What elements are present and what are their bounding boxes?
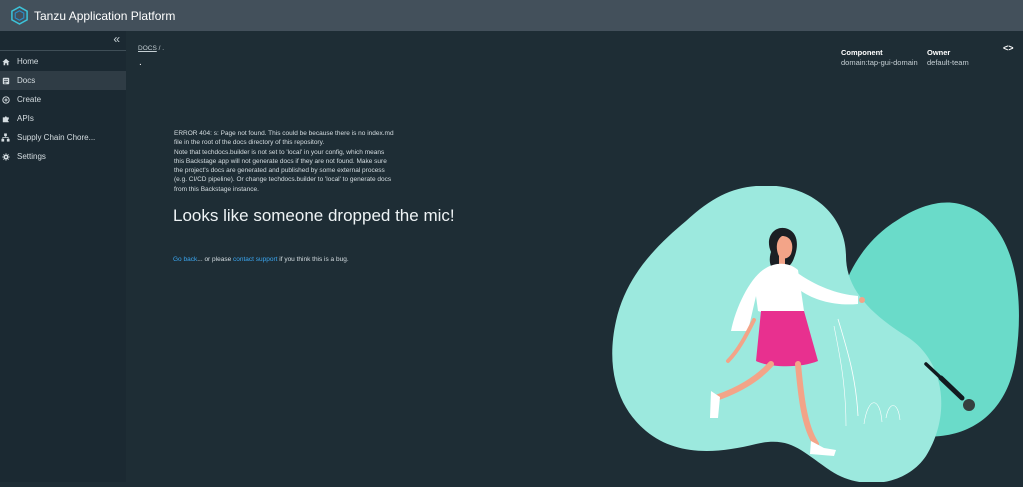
gear-icon: [1, 152, 10, 161]
tanzu-logo-icon[interactable]: [10, 6, 29, 25]
sidebar-item-docs[interactable]: Docs: [0, 71, 126, 90]
page-title: .: [139, 57, 142, 68]
sidebar-nav: Home Docs Create APIs Supply Chain Chore…: [0, 52, 126, 166]
go-back-link[interactable]: Go back: [173, 256, 197, 263]
breadcrumb-separator: /: [158, 45, 161, 52]
app-title[interactable]: Tanzu Application Platform: [34, 9, 175, 23]
error-line: ERROR 404: s: Page not found. This could…: [174, 130, 394, 137]
sidebar: « Home Docs Create APIs Supply Chain Cho…: [0, 31, 126, 482]
sidebar-collapse-button[interactable]: «: [113, 32, 120, 46]
code-toggle-icon[interactable]: <>: [1003, 43, 1014, 53]
component-label: Component: [841, 48, 883, 57]
home-icon: [1, 57, 10, 66]
error-line: the project's docs are generated and pub…: [174, 167, 385, 175]
sidebar-item-label: Create: [17, 95, 42, 104]
error-headline: Looks like someone dropped the mic!: [173, 206, 455, 225]
sidebar-item-supply-chain[interactable]: Supply Chain Chore...: [0, 128, 126, 147]
docs-icon: [1, 76, 10, 85]
error-line: file in the root of the docs directory o…: [174, 139, 325, 147]
component-meta: Component domain:tap-gui-domain: [841, 48, 918, 67]
sidebar-item-label: Docs: [17, 76, 36, 85]
owner-meta: Owner default-team: [927, 48, 969, 67]
create-icon: [1, 95, 10, 104]
help-tail-text: if you think this is a bug.: [277, 256, 349, 263]
breadcrumb: DOCS / .: [138, 45, 164, 52]
sidebar-item-label: Supply Chain Chore...: [17, 133, 96, 142]
sidebar-item-apis[interactable]: APIs: [0, 109, 126, 128]
error-line: this Backstage app will not generate doc…: [174, 157, 387, 165]
sidebar-item-home[interactable]: Home: [0, 52, 126, 71]
breadcrumb-current: .: [162, 45, 165, 52]
breadcrumb-docs-link[interactable]: DOCS: [138, 45, 157, 52]
owner-value: default-team: [927, 58, 969, 67]
help-middle-text: ... or please: [197, 256, 233, 263]
component-value: domain:tap-gui-domain: [841, 58, 918, 67]
error-line: from this Backstage instance.: [174, 185, 259, 193]
puzzle-icon: [1, 114, 10, 123]
dropped-mic-illustration: [606, 185, 1023, 483]
sidebar-item-settings[interactable]: Settings: [0, 147, 126, 166]
sidebar-divider: [0, 50, 126, 51]
sidebar-item-label: APIs: [17, 114, 34, 123]
contact-support-link[interactable]: contact support: [233, 256, 277, 263]
sidebar-item-label: Settings: [17, 152, 46, 161]
owner-label: Owner: [927, 48, 951, 57]
error-line: (e.g. CI/CD pipeline). Or change techdoc…: [174, 176, 392, 184]
help-text: Go back... or please contact support if …: [173, 256, 349, 263]
main-content: DOCS / . . Component domain:tap-gui-doma…: [126, 31, 1023, 483]
top-bar: Tanzu Application Platform: [0, 0, 1023, 31]
sidebar-item-label: Home: [17, 57, 39, 66]
supply-chain-icon: [1, 133, 10, 142]
error-message: ERROR 404: s: Page not found. This could…: [174, 129, 449, 194]
error-line: Note that techdocs.builder is not set to…: [174, 148, 385, 156]
sidebar-item-create[interactable]: Create: [0, 90, 126, 109]
